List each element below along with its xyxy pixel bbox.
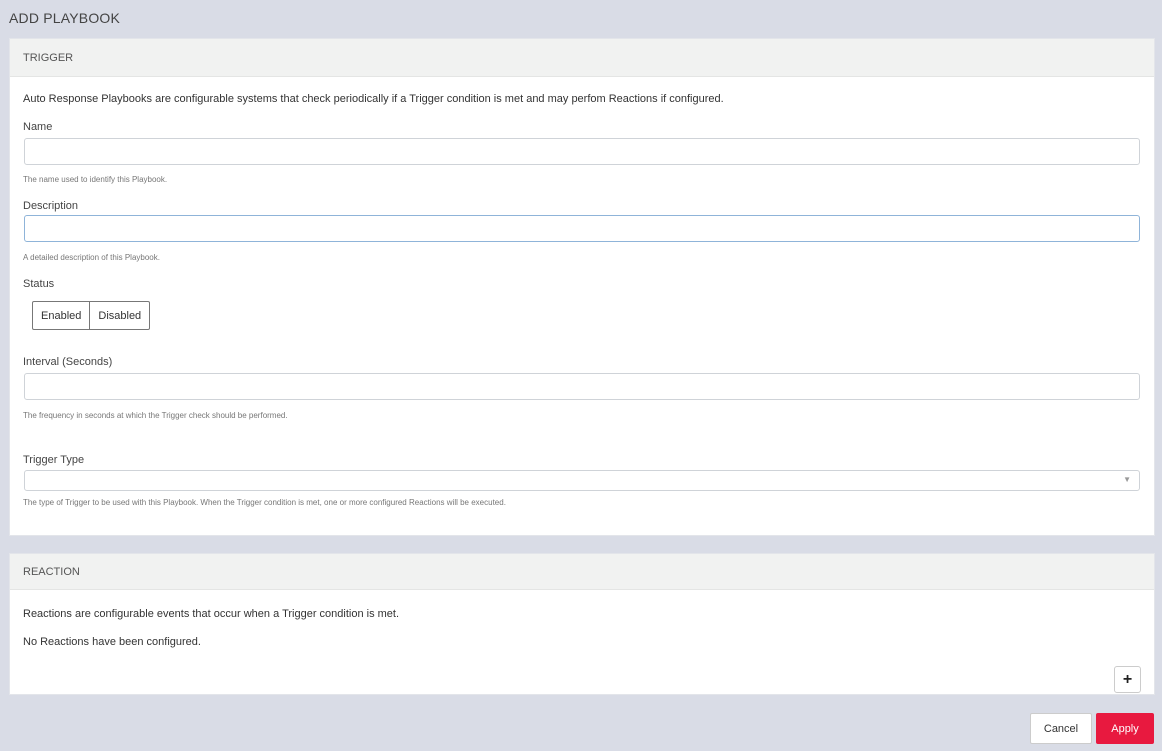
status-label: Status <box>23 278 55 290</box>
description-help: A detailed description of this Playbook. <box>23 253 160 262</box>
trigger-panel: TRIGGER Auto Response Playbooks are conf… <box>9 38 1155 536</box>
reaction-intro: Reactions are configurable events that o… <box>23 608 400 620</box>
status-disabled-option[interactable]: Disabled <box>89 302 149 329</box>
reaction-empty-text: No Reactions have been configured. <box>23 636 201 648</box>
name-label: Name <box>23 121 53 133</box>
chevron-down-icon: ▼ <box>1123 475 1131 484</box>
status-toggle: Enabled Disabled <box>32 301 151 330</box>
interval-label: Interval (Seconds) <box>23 356 113 368</box>
trigger-type-help: The type of Trigger to be used with this… <box>23 498 506 507</box>
description-label: Description <box>23 200 79 212</box>
description-input[interactable] <box>24 215 1140 242</box>
trigger-header: TRIGGER <box>10 39 1154 77</box>
trigger-type-label: Trigger Type <box>23 454 85 466</box>
reaction-panel: REACTION Reactions are configurable even… <box>9 553 1155 695</box>
name-help: The name used to identify this Playbook. <box>23 175 168 184</box>
name-input[interactable] <box>24 138 1140 165</box>
interval-input[interactable] <box>24 373 1140 400</box>
reaction-header: REACTION <box>10 554 1154 590</box>
page-title: ADD PLAYBOOK <box>9 10 121 26</box>
interval-help: The frequency in seconds at which the Tr… <box>23 411 288 420</box>
trigger-intro: Auto Response Playbooks are configurable… <box>23 93 724 105</box>
trigger-type-select[interactable]: ▼ <box>24 470 1140 491</box>
add-reaction-button[interactable]: + <box>1114 666 1141 693</box>
apply-button[interactable]: Apply <box>1096 713 1154 744</box>
cancel-button[interactable]: Cancel <box>1030 713 1092 744</box>
status-enabled-option[interactable]: Enabled <box>33 302 89 329</box>
